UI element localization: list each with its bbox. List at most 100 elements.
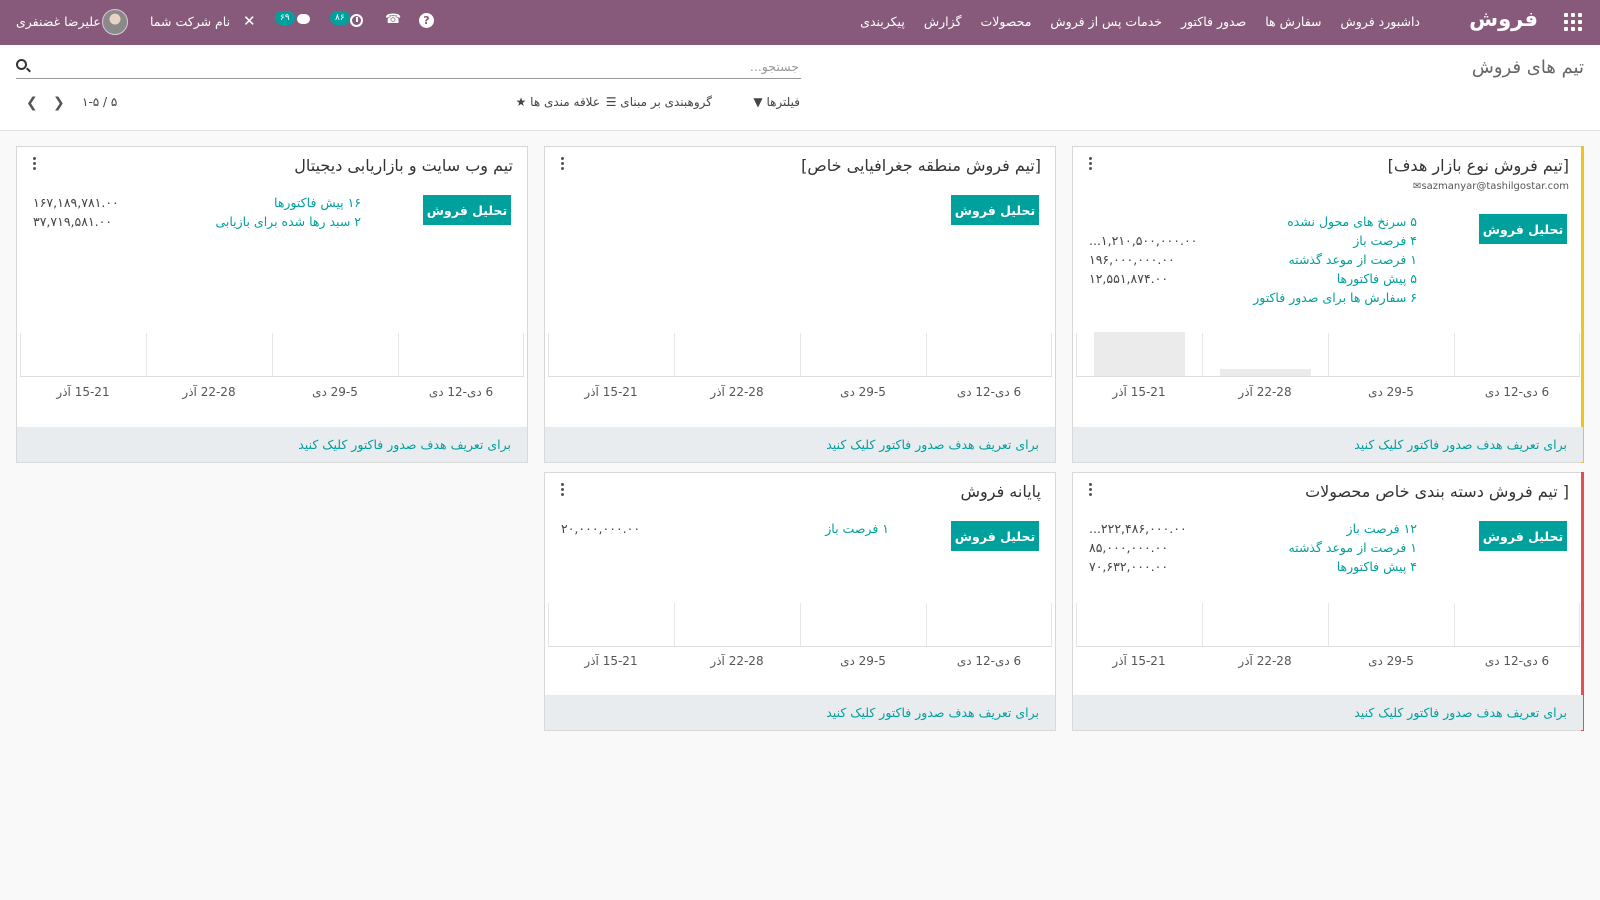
menu-reporting[interactable]: گزارش — [924, 14, 962, 29]
tick-label: 22-28 آذر — [1238, 654, 1292, 668]
graph-ticks: 6 دی-12 دی 29-5 دی 22-28 آذر 15-21 آذر — [548, 385, 1052, 401]
pager-next-icon[interactable]: ❯ — [53, 95, 65, 111]
stat-open-opportunities[interactable]: ۱۲ فرصت باز — [1347, 521, 1417, 536]
invoicing-target-link[interactable]: برای تعریف هدف صدور فاکتور کلیک کنید — [1073, 695, 1583, 730]
tick-label: 15-21 آذر — [584, 385, 638, 399]
search-icon[interactable] — [16, 59, 27, 70]
search-input[interactable] — [59, 55, 799, 77]
color-tag — [1581, 146, 1584, 463]
user-menu[interactable]: علیرضا غضنفری — [16, 14, 101, 29]
stat-value: ...۲۲۲,۴۸۶,۰۰۰.۰۰ — [1089, 521, 1187, 536]
stat-value: ۱۶۷,۱۸۹,۷۸۱.۰۰ — [33, 195, 119, 210]
graph-bar — [1094, 332, 1185, 376]
team-title: [تیم فروش منطقه جغرافیایی خاص] — [801, 156, 1041, 175]
tick-label: 22-28 آذر — [710, 385, 764, 399]
team-title: تیم وب سایت و بازاریابی دیجیتال — [294, 156, 513, 175]
stat-quotations[interactable]: ۱۶ پیش فاکتورها — [274, 195, 361, 210]
company-switcher[interactable]: نام شرکت شما — [150, 14, 230, 29]
tick-label: 15-21 آذر — [1112, 654, 1166, 668]
tick-label: 29-5 دی — [1368, 654, 1414, 668]
tick-label: 29-5 دی — [840, 385, 886, 399]
phone-icon[interactable]: ☎ — [385, 12, 401, 27]
help-icon[interactable]: ? — [419, 13, 434, 28]
team-card[interactable]: تیم وب سایت و بازاریابی دیجیتال تحلیل فر… — [16, 146, 528, 463]
stat-value: ۱۲,۵۵۱,۸۷۴.۰۰ — [1089, 271, 1169, 286]
top-navbar: فروش داشبورد فروش سفارش ها صدور فاکتور خ… — [0, 0, 1600, 45]
tick-label: 22-28 آذر — [1238, 385, 1292, 399]
tick-label: 22-28 آذر — [182, 385, 236, 399]
tick-label: 15-21 آذر — [56, 385, 110, 399]
team-card[interactable]: [ تیم فروش دسته بندی خاص محصولات تحلیل ف… — [1072, 472, 1584, 731]
card-menu-icon[interactable] — [33, 157, 37, 170]
stat-abandoned-carts[interactable]: ۲ سبد رها شده برای بازیابی — [215, 214, 361, 229]
chat-icon — [297, 14, 310, 24]
invoicing-target-link[interactable]: برای تعریف هدف صدور فاکتور کلیک کنید — [17, 427, 527, 462]
team-card[interactable]: [تیم فروش نوع بازار هدف] ✉sazmanyar@tash… — [1072, 146, 1584, 463]
menu-invoicing[interactable]: صدور فاکتور — [1181, 14, 1246, 29]
debug-tools-icon[interactable]: ✕ — [243, 12, 256, 30]
menu-sales-dashboard[interactable]: داشبورد فروش — [1341, 14, 1421, 29]
stat-open-opportunities[interactable]: ۱ فرصت باز — [825, 521, 889, 536]
tick-label: 29-5 دی — [840, 654, 886, 668]
sales-analysis-button[interactable]: تحلیل فروش — [951, 521, 1039, 551]
tick-label: 15-21 آذر — [584, 654, 638, 668]
footer-text: برای تعریف هدف صدور فاکتور کلیک کنید — [298, 437, 511, 452]
card-menu-icon[interactable] — [1089, 483, 1093, 496]
app-title[interactable]: فروش — [1469, 7, 1538, 31]
groupby-label: گروهبندی بر مبنای — [620, 95, 712, 109]
invoicing-graph[interactable] — [548, 603, 1052, 647]
sales-analysis-button[interactable]: تحلیل فروش — [951, 195, 1039, 225]
pager-value[interactable]: ۱-۵ / ۵ — [82, 95, 117, 109]
stat-quotations[interactable]: ۴ پیش فاکتورها — [1337, 559, 1417, 574]
stat-value: ۳۷,۷۱۹,۵۸۱.۰۰ — [33, 214, 113, 229]
menu-configuration[interactable]: پیکربندی — [860, 14, 905, 29]
groupby-button[interactable]: ☰ گروهبندی بر مبنای — [606, 95, 712, 109]
stat-value: ...۱,۲۱۰,۵۰۰,۰۰۰.۰۰ — [1089, 233, 1198, 248]
invoicing-graph[interactable] — [548, 333, 1052, 377]
card-menu-icon[interactable] — [561, 157, 565, 170]
activities-badge: ۸۶ — [330, 11, 350, 25]
tick-label: 6 دی-12 دی — [428, 385, 494, 399]
filters-button[interactable]: ▼ فیلترها — [753, 95, 800, 109]
menu-products[interactable]: محصولات — [980, 14, 1031, 29]
menu-orders[interactable]: سفارش ها — [1265, 14, 1321, 29]
stat-overdue-opportunities[interactable]: ۱ فرصت از موعد گذشته — [1288, 540, 1417, 555]
invoicing-target-link[interactable]: برای تعریف هدف صدور فاکتور کلیک کنید — [545, 695, 1055, 730]
stat-open-opportunities[interactable]: ۴ فرصت باز — [1353, 233, 1417, 248]
team-card[interactable]: [تیم فروش منطقه جغرافیایی خاص] تحلیل فرو… — [544, 146, 1056, 463]
apps-menu-icon[interactable] — [1564, 13, 1582, 31]
graph-ticks: 6 دی-12 دی 29-5 دی 22-28 آذر 15-21 آذر — [548, 654, 1052, 670]
sales-analysis-button[interactable]: تحلیل فروش — [1479, 521, 1567, 551]
card-menu-icon[interactable] — [561, 483, 565, 496]
team-card[interactable]: پایانه فروش تحلیل فروش ۱ فرصت باز ۲۰,۰۰۰… — [544, 472, 1056, 731]
footer-text: برای تعریف هدف صدور فاکتور کلیک کنید — [1354, 437, 1567, 452]
team-email: ✉sazmanyar@tashilgostar.com — [1409, 181, 1569, 192]
stat-unassigned-leads[interactable]: ۵ سرنخ های محول نشده — [1287, 214, 1417, 229]
invoicing-target-link[interactable]: برای تعریف هدف صدور فاکتور کلیک کنید — [545, 427, 1055, 462]
invoicing-graph[interactable] — [20, 333, 524, 377]
sales-analysis-button[interactable]: تحلیل فروش — [1479, 214, 1567, 244]
tick-label: 29-5 دی — [312, 385, 358, 399]
page-title: تیم های فروش — [1471, 57, 1584, 78]
control-panel: تیم های فروش ▼ فیلترها ☰ گروهبندی بر مبن… — [0, 45, 1600, 131]
stat-overdue-opportunities[interactable]: ۱ فرصت از موعد گذشته — [1288, 252, 1417, 267]
pager-prev-icon[interactable]: ❮ — [26, 95, 38, 111]
invoicing-target-link[interactable]: برای تعریف هدف صدور فاکتور کلیک کنید — [1073, 427, 1583, 462]
stat-value: ۸۵,۰۰۰,۰۰۰.۰۰ — [1089, 540, 1169, 555]
card-menu-icon[interactable] — [1089, 157, 1093, 170]
invoicing-graph[interactable] — [1076, 332, 1580, 377]
tick-label: 6 دی-12 دی — [956, 654, 1022, 668]
stat-quotations[interactable]: ۵ پیش فاکتورها — [1337, 271, 1417, 286]
invoicing-graph[interactable] — [1076, 603, 1580, 647]
menu-after-sales[interactable]: خدمات پس از فروش — [1050, 14, 1162, 29]
filters-label: فیلترها — [766, 95, 800, 109]
user-avatar[interactable] — [102, 9, 128, 35]
favorites-button[interactable]: ★ علاقه مندی ها — [516, 95, 600, 109]
list-icon: ☰ — [605, 95, 617, 109]
stat-orders-to-invoice[interactable]: ۶ سفارش ها برای صدور فاکتور — [1253, 290, 1417, 305]
sales-analysis-button[interactable]: تحلیل فروش — [423, 195, 511, 225]
star-icon: ★ — [515, 95, 527, 109]
stat-value: ۷۰,۶۳۲,۰۰۰.۰۰ — [1089, 559, 1169, 574]
team-title: پایانه فروش — [960, 482, 1041, 501]
favorites-label: علاقه مندی ها — [530, 95, 600, 109]
